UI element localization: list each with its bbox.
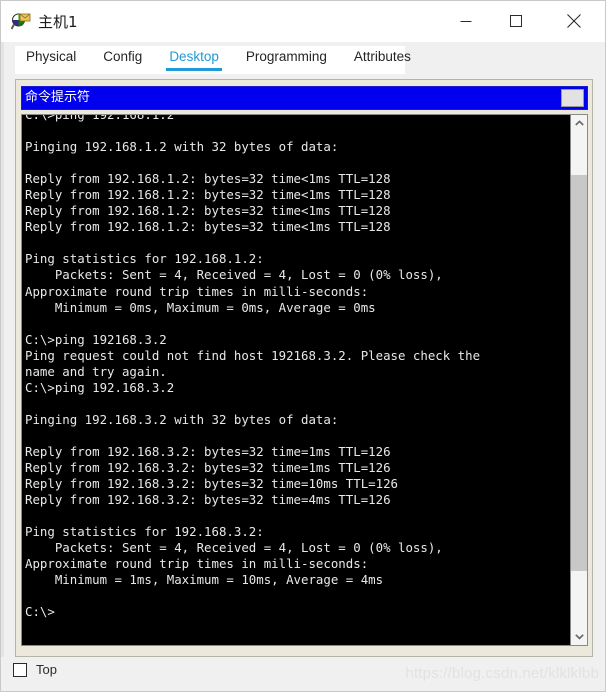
maximize-button[interactable] (493, 1, 539, 41)
internal-window-restore-button[interactable] (561, 89, 584, 107)
tab-strip: Physical Config Desktop Programming Attr… (15, 46, 411, 74)
top-checkbox[interactable] (13, 662, 27, 677)
close-button[interactable] (551, 1, 597, 41)
top-checkbox-row[interactable]: Top (13, 662, 57, 677)
title-bar-left: 主机1 (10, 1, 78, 42)
minimize-button[interactable] (443, 1, 489, 41)
tab-programming[interactable]: Programming (246, 46, 327, 71)
internal-window-title: 命令提示符 (25, 90, 91, 105)
chevron-up-icon[interactable] (571, 115, 587, 132)
packet-tracer-icon (10, 12, 31, 32)
scrollbar-thumb[interactable] (571, 175, 587, 571)
tab-config[interactable]: Config (103, 46, 142, 71)
tab-physical[interactable]: Physical (26, 46, 76, 71)
chevron-down-icon[interactable] (571, 628, 587, 645)
terminal-output: C:\>ping 192.168.1.2 Pinging 192.168.1.2… (25, 115, 565, 621)
window-title: 主机1 (38, 12, 78, 31)
tab-list: Physical Config Desktop Programming Attr… (15, 46, 411, 74)
tab-attributes[interactable]: Attributes (354, 46, 411, 71)
tab-desktop[interactable]: Desktop (166, 46, 222, 71)
footer-bar: Top https://blog.csdn.net/klklklbb (1, 657, 605, 691)
terminal-scrollbar[interactable] (570, 115, 587, 645)
title-bar: 主机1 (1, 1, 605, 42)
top-checkbox-label: Top (36, 662, 57, 677)
watermark-text: https://blog.csdn.net/klklklbb (405, 665, 599, 682)
internal-window-caption-bar: 命令提示符 (21, 86, 588, 110)
command-prompt-terminal[interactable]: C:\>ping 192.168.1.2 Pinging 192.168.1.2… (21, 114, 588, 646)
desktop-panel: 命令提示符 C:\>ping 192.168.1.2 Pinging 192.1… (15, 79, 593, 657)
window-left-edge (1, 42, 4, 657)
device-config-window: 主机1 Physical Config Desktop Programming … (0, 0, 606, 692)
